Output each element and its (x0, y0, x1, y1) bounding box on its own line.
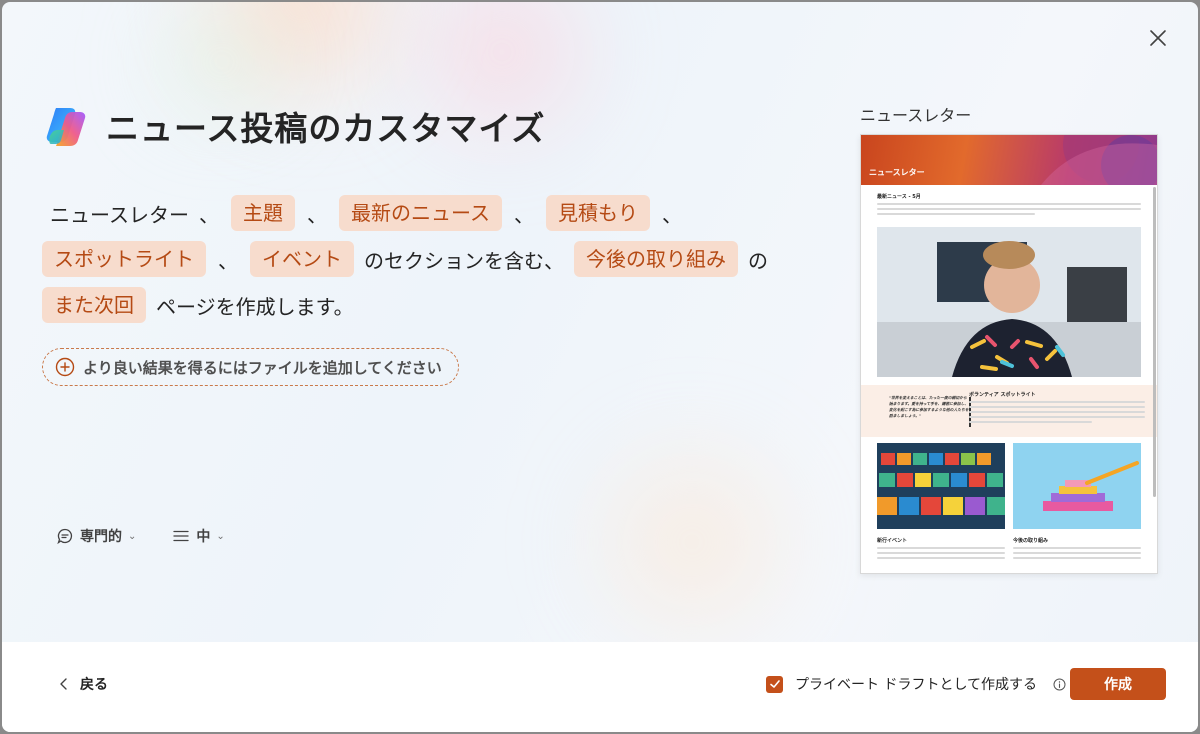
preview-section-heading: ボランティア スポットライト (969, 392, 1036, 398)
separator: 、 (218, 248, 238, 273)
dialog-footer: 戻る プライベート ドラフトとして作成する 作成 (2, 642, 1198, 732)
prompt-text-segment: ニュースレター (50, 202, 189, 227)
separator: 、 (662, 202, 682, 227)
preview-text-line (969, 411, 1145, 413)
preview-text-line (969, 401, 1145, 403)
text-lines-icon (173, 530, 190, 542)
chip-estimate[interactable]: 見積もり (546, 195, 650, 231)
preview-section-heading: 今後の取り組み (1013, 538, 1049, 544)
length-dropdown[interactable]: 中 ⌄ (172, 526, 225, 546)
chip-upcoming-initiatives[interactable]: 今後の取り組み (574, 241, 738, 277)
separator: 、 (307, 202, 327, 227)
add-circle-icon (55, 357, 75, 377)
preview-section-heading: 最新ニュース - 5月 (877, 194, 921, 200)
options-bar: 専門的 ⌄ 中 ⌄ (56, 526, 225, 546)
separator: 、 (199, 202, 219, 227)
checkmark-icon (769, 680, 780, 688)
chat-bubble-icon (57, 528, 73, 545)
close-button[interactable] (1146, 26, 1170, 50)
preview-quote-section: "世界を変えることは、たった一度の親切から始まります。愛を持って手を、講習に参加… (861, 385, 1157, 437)
chevron-down-icon: ⌄ (216, 530, 225, 542)
private-draft-label: プライベート ドラフトとして作成する (795, 677, 1038, 693)
prompt-text-segment: のセクションを含む、 (364, 248, 564, 273)
copilot-logo-icon (46, 108, 86, 146)
preview-text-line (877, 552, 1005, 554)
prompt-text: ニュースレター 、 主題 、 最新のニュース 、 見積もり 、 スポットライト … (42, 190, 782, 328)
preview-banner-title: ニュースレター (869, 168, 925, 177)
chip-event[interactable]: イベント (250, 241, 354, 277)
blocks-art (1013, 443, 1141, 529)
add-file-label: より良い結果を得るにはファイルを追加してください (83, 358, 442, 377)
preview-text-line (969, 406, 1145, 408)
prompt-text-segment: ページを作成します。 (156, 294, 354, 319)
tone-dropdown[interactable]: 専門的 ⌄ (56, 526, 136, 546)
preview-text-line (1013, 557, 1141, 559)
chairs-art (877, 443, 1005, 529)
dialog-title: ニュース投稿のカスタマイズ (106, 109, 546, 148)
separator: 、 (514, 202, 534, 227)
preview-image-blocks (1013, 443, 1141, 529)
chip-see-you-next-time[interactable]: また次回 (42, 287, 146, 323)
chip-latest-news[interactable]: 最新のニュース (339, 195, 502, 231)
prompt-line: ニュースレター 、 主題 、 最新のニュース 、 見積もり 、 (42, 190, 782, 236)
background-glow (562, 422, 822, 662)
create-button[interactable]: 作成 (1070, 668, 1166, 700)
preview-events: 新行イベント (877, 537, 1005, 559)
info-icon[interactable] (1053, 678, 1066, 691)
title-row: ニュース投稿のカスタマイズ (42, 102, 545, 150)
preview-text-line (1013, 547, 1141, 549)
preview-text-line (1013, 552, 1141, 554)
preview-text-line (877, 557, 1005, 559)
prompt-line: スポットライト 、 イベント のセクションを含む、 今後の取り組み の (42, 236, 782, 282)
preview-banner: ニュースレター (861, 135, 1157, 185)
preview-spotlight: ボランティア スポットライト (969, 391, 1145, 423)
back-label: 戻る (80, 677, 108, 693)
tone-label: 専門的 (80, 529, 122, 545)
preview-text-line (969, 421, 1093, 423)
chevron-left-icon (60, 678, 67, 690)
length-label: 中 (196, 529, 211, 545)
back-button[interactable]: 戻る (58, 674, 108, 694)
preview-intro: 最新ニュース - 5月 (877, 193, 1141, 215)
prompt-line: また次回 ページを作成します。 (42, 282, 782, 328)
preview-photo-person (877, 227, 1141, 377)
prompt-text-segment: の (748, 248, 768, 273)
newsletter-preview[interactable]: ニュースレター 最新ニュース - 5月 "世界を変えることは、たった一度の親切か… (860, 134, 1158, 574)
close-icon (1150, 30, 1166, 46)
private-draft-checkbox[interactable] (766, 675, 783, 693)
chip-spotlight[interactable]: スポットライト (42, 241, 206, 277)
preview-section-heading: 新行イベント (877, 538, 908, 544)
person-photo-art (877, 227, 1141, 377)
private-draft-option: プライベート ドラフトとして作成する (766, 674, 1066, 694)
preview-label: ニュースレター (860, 106, 972, 125)
add-file-button[interactable]: より良い結果を得るにはファイルを追加してください (42, 348, 459, 386)
preview-upcoming: 今後の取り組み (1013, 537, 1141, 559)
chip-topic[interactable]: 主題 (231, 195, 295, 231)
preview-text-line (969, 416, 1145, 418)
preview-text-line (877, 213, 1036, 215)
preview-scrollbar[interactable] (1153, 187, 1156, 497)
preview-text-line (877, 547, 1005, 549)
chevron-down-icon: ⌄ (128, 530, 137, 542)
preview-quote: "世界を変えることは、たった一度の親切から始まります。愛を持って手を、講習に参加… (889, 395, 969, 418)
preview-image-chairs (877, 443, 1005, 529)
customize-dialog: ニュース投稿のカスタマイズ ニュースレター 、 主題 、 最新のニュース 、 見… (2, 2, 1198, 732)
preview-text-line (877, 208, 1141, 210)
preview-text-line (877, 203, 1141, 205)
